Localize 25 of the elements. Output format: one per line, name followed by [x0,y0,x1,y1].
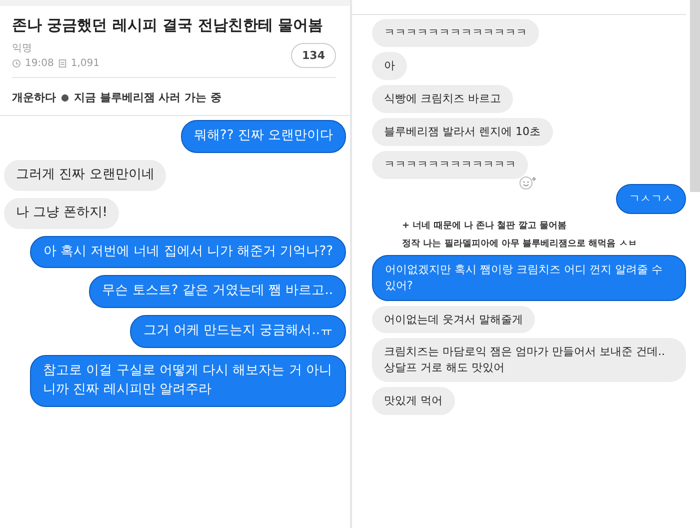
comment-count[interactable]: 134 [291,42,336,68]
message-bubble: 참고로 이걸 구실로 어떻게 다시 해보자는 거 아니니까 진짜 레시피만 알려주라 [30,355,346,407]
message-bubble: 맛있게 먹어 [372,387,454,416]
message-bubble: 나 그냥 폰하지! [4,198,120,229]
message-bubble: 아 혹시 저번에 너네 집에서 니가 해준거 기억나?? [30,236,346,268]
message-bubble: 크림치즈는 마담로익 잼은 엄마가 만들어서 보내준 건데.. 상달프 거로 해도 맛있어 [372,338,686,382]
post-title: 존나 궁금했던 레시피 결국 전남친한테 물어봄 [12,16,324,35]
post-body: 개운하다 [12,90,56,105]
note-text: 정작 나는 필라델피아에 아무 블루베리잼으로 해먹음 ㅅㅂ [401,238,638,250]
message-bubble: 뭐해?? 진짜 오랜만이다 [180,120,346,153]
post-body: 지금 블루베리잼 사러 가는 중 [74,90,222,105]
message-bubble: 어이없는데 웃겨서 말해줄게 [372,306,535,334]
message-bubble: 블루베리잼 발라서 렌지에 10초 [372,118,552,146]
message-bubble: 아 [372,52,407,80]
note-text: + 너네 때문에 나 존나 철판 깔고 물어봄 [401,220,568,232]
message-bubble: 무슨 토스트? 같은 거였는데 쨈 바르고.. [89,275,346,308]
message-bubble: ㅋㅋㅋㅋㅋㅋㅋㅋㅋㅋㅋㅋㅋ [372,19,539,47]
post-time: 19:08 [25,58,54,69]
message-bubble: 그러게 진짜 오랜만이네 [4,160,166,191]
view-count: 1,091 [70,58,100,69]
message-bubble: 식빵에 크림치즈 바르고 [372,84,513,113]
message-bubble: 그거 어케 만드는지 궁금해서..ㅠ [130,315,346,348]
message-bubble: 어이없겠지만 혹시 쨈이랑 크림치즈 어디 껀지 알려줄 수 있어? [372,254,686,300]
message-bubble: ㄱㅅㄱㅅ [616,184,686,214]
author-name: 익명 [12,42,33,55]
